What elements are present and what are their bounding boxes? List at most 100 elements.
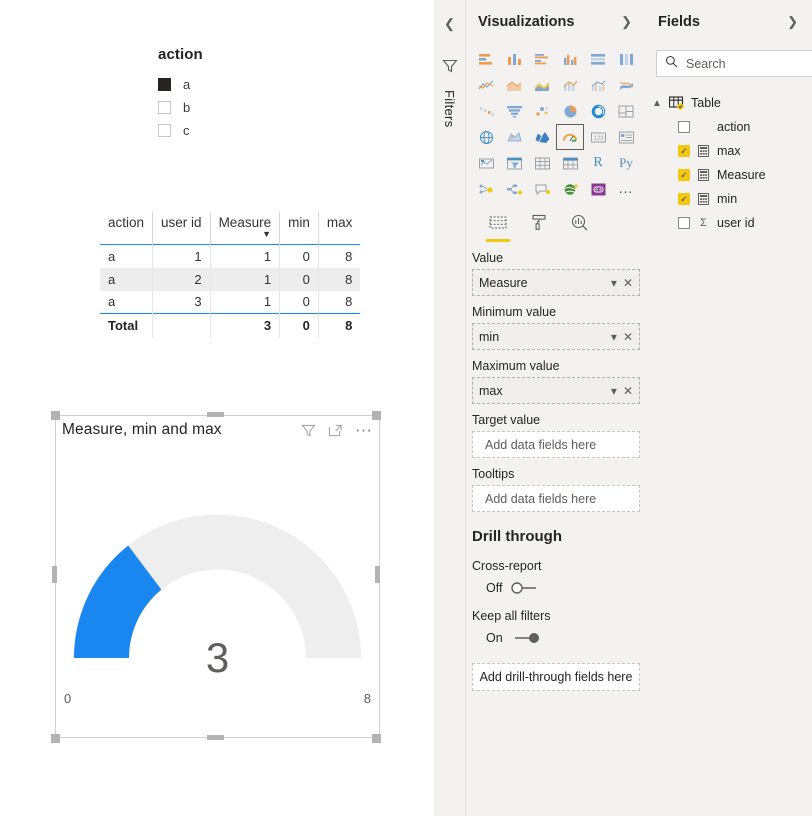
checkbox-icon[interactable] (678, 169, 690, 181)
chevron-up-icon[interactable]: ▲ (652, 98, 662, 109)
viz-icon-card[interactable]: 123 (584, 124, 612, 150)
column-header-max[interactable]: max (318, 212, 360, 245)
filter-icon[interactable] (301, 423, 316, 438)
viz-icon-filled-map[interactable] (500, 124, 528, 150)
more-options-icon[interactable]: ⋯ (355, 422, 373, 439)
column-header-user-id[interactable]: user id (152, 212, 211, 245)
remove-field-icon[interactable]: ✕ (623, 330, 633, 344)
checkbox-icon[interactable] (678, 217, 690, 229)
slicer-item-b[interactable]: b (158, 96, 338, 118)
viz-icon-decomposition-tree[interactable] (500, 176, 528, 202)
fields-tree[interactable]: ▲ Table action ✓ max ✓ Measure ✓ min Σ u… (646, 91, 812, 235)
gauge-visual[interactable]: Measure, min and max ⋯ 3 0 8 (55, 415, 380, 738)
chevron-left-icon[interactable]: ❮ (444, 16, 455, 32)
slicer-visual-action[interactable]: action a b c (158, 46, 338, 142)
slicer-item-a[interactable]: a (158, 73, 338, 95)
viz-icon-stacked-column-chart[interactable] (500, 46, 528, 72)
chevron-down-icon[interactable]: ▾ (611, 384, 617, 398)
well-target-value[interactable]: Add data fields here (472, 431, 640, 458)
checkbox-icon[interactable] (678, 121, 690, 133)
viz-icon-scatter-chart[interactable] (528, 98, 556, 124)
viz-icon-more-visuals[interactable]: … (612, 176, 640, 202)
sort-descending-icon[interactable]: ▼ (219, 230, 271, 239)
report-canvas[interactable]: action a b c action user id Measure ▼ mi… (0, 0, 434, 816)
chevron-down-icon[interactable]: ▾ (611, 330, 617, 344)
checkbox-icon[interactable] (678, 193, 690, 205)
cross-report-toggle[interactable]: Off (466, 577, 646, 599)
table-row[interactable]: a 2 1 0 8 (100, 267, 361, 291)
viz-icon-qna-visual[interactable] (528, 176, 556, 202)
field-item-user-id[interactable]: Σ user id (646, 211, 812, 235)
chevron-right-icon[interactable]: ❯ (621, 14, 632, 30)
resize-handle-top-right[interactable] (372, 411, 381, 420)
viz-icon-line-clustered-column-chart[interactable] (584, 72, 612, 98)
viz-icon-treemap[interactable] (612, 98, 640, 124)
viz-icon-multi-row-card[interactable] (612, 124, 640, 150)
viz-icon-gauge[interactable] (556, 124, 584, 150)
checkbox-icon[interactable] (158, 123, 171, 137)
table-row[interactable]: a 1 1 0 8 (100, 244, 360, 268)
viz-icon-ribbon-chart[interactable] (612, 72, 640, 98)
resize-handle-left[interactable] (52, 566, 57, 583)
field-item-max[interactable]: max (646, 139, 812, 163)
checkbox-icon[interactable] (158, 100, 171, 114)
visualization-gallery[interactable]: 123 R Py … (472, 46, 640, 202)
resize-handle-bottom-left[interactable] (51, 734, 60, 743)
slicer-item-c[interactable]: c (158, 119, 338, 141)
tab-analytics[interactable] (570, 214, 589, 242)
column-header-measure[interactable]: Measure ▼ (210, 212, 281, 245)
viz-icon-table[interactable] (528, 150, 556, 176)
viz-icon-custom-visual[interactable] (584, 176, 612, 202)
search-input[interactable]: Search (656, 50, 812, 77)
visualizations-pane[interactable]: Visualizations ❯ 123 R Py … Value Measur… (466, 0, 646, 816)
fields-table-node[interactable]: ▲ Table (646, 91, 812, 115)
tab-fields[interactable] (486, 215, 510, 242)
well-value[interactable]: Measure ▾ ✕ (472, 269, 640, 296)
remove-field-icon[interactable]: ✕ (623, 384, 633, 398)
viz-icon-waterfall-chart[interactable] (472, 98, 500, 124)
column-header-min[interactable]: min (279, 212, 319, 245)
keep-all-filters-toggle[interactable]: On (466, 627, 646, 649)
checkbox-icon[interactable] (678, 145, 690, 157)
well-maximum-value[interactable]: max ▾ ✕ (472, 377, 640, 404)
viz-icon-stacked-bar-chart[interactable] (472, 46, 500, 72)
viz-icon-line-chart[interactable] (472, 72, 500, 98)
viz-icon-slicer[interactable] (500, 150, 528, 176)
field-item-action[interactable]: action (646, 115, 812, 139)
viz-icon-area-chart[interactable] (500, 72, 528, 98)
focus-mode-icon[interactable] (328, 423, 343, 438)
table-row[interactable]: a 3 1 0 8 (100, 290, 360, 314)
viz-icon-stacked-area-chart[interactable] (528, 72, 556, 98)
viz-icon-100-stacked-bar-chart[interactable] (584, 46, 612, 72)
resize-handle-right[interactable] (375, 566, 380, 583)
tab-format[interactable] (530, 214, 548, 242)
checkbox-icon[interactable] (158, 77, 171, 91)
add-drill-through-fields-button[interactable]: Add drill-through fields here (472, 663, 640, 691)
filters-pane-collapsed[interactable]: ❮ Filters (434, 0, 466, 816)
viz-icon-pie-chart[interactable] (556, 98, 584, 124)
viz-icon-python-visual[interactable]: Py (612, 150, 640, 176)
resize-handle-top[interactable] (207, 412, 224, 417)
viz-icon-100-stacked-column-chart[interactable] (612, 46, 640, 72)
viz-icon-line-stacked-column-chart[interactable] (556, 72, 584, 98)
chevron-down-icon[interactable]: ▾ (611, 276, 617, 290)
resize-handle-bottom[interactable] (207, 735, 224, 740)
viz-icon-matrix[interactable] (556, 150, 584, 176)
viz-icon-clustered-bar-chart[interactable] (528, 46, 556, 72)
viz-icon-smart-narrative[interactable] (556, 176, 584, 202)
table-visual[interactable]: action user id Measure ▼ min max a 1 1 0… (100, 212, 361, 338)
fields-pane[interactable]: Fields ❯ Search ▲ Table action ✓ max ✓ M… (646, 0, 812, 816)
viz-icon-funnel-chart[interactable] (500, 98, 528, 124)
remove-field-icon[interactable]: ✕ (623, 276, 633, 290)
well-tooltips[interactable]: Add data fields here (472, 485, 640, 512)
viz-icon-map[interactable] (472, 124, 500, 150)
viz-icon-kpi[interactable] (472, 150, 500, 176)
resize-handle-bottom-right[interactable] (372, 734, 381, 743)
viz-icon-shape-map[interactable] (528, 124, 556, 150)
viz-icon-clustered-column-chart[interactable] (556, 46, 584, 72)
resize-handle-top-left[interactable] (51, 411, 60, 420)
well-minimum-value[interactable]: min ▾ ✕ (472, 323, 640, 350)
viz-icon-r-script-visual[interactable]: R (584, 150, 612, 176)
viz-icon-key-influencers[interactable] (472, 176, 500, 202)
column-header-action[interactable]: action (100, 212, 154, 245)
